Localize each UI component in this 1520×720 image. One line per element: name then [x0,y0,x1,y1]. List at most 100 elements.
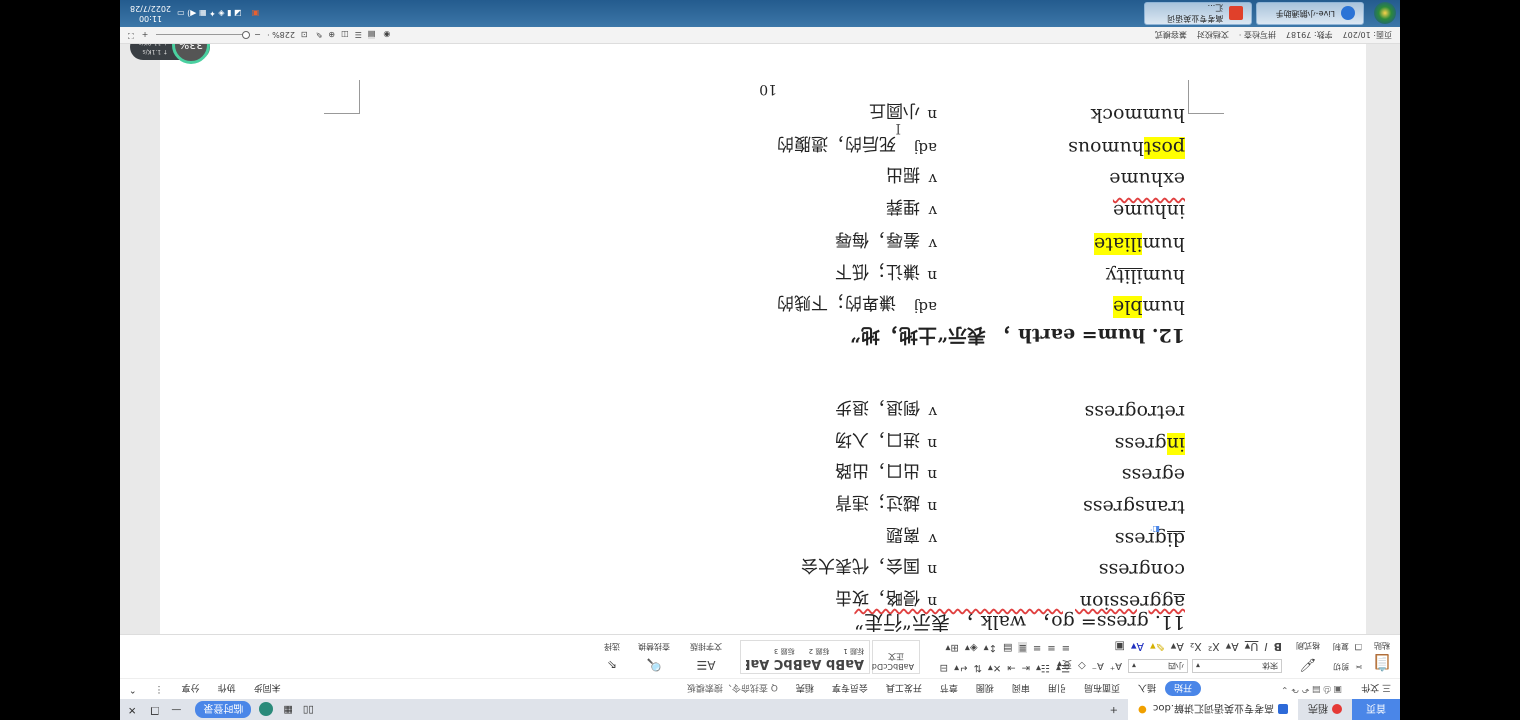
spell-check[interactable]: 拼写检查 · [1239,30,1276,41]
close-icon[interactable]: ✕ [128,704,136,715]
tab-daoke[interactable]: 稻壳 [1298,699,1352,720]
tab-document[interactable]: 高考专业英语词汇讲解.doc ● [1128,699,1298,720]
page-view-icon[interactable]: ▤ [367,30,376,40]
tab-member[interactable]: 会员专享 [823,683,877,696]
find-replace-button[interactable]: 🔍 查找替换 [638,641,670,672]
clock-date[interactable]: 2022/7/28 [130,4,171,14]
zoom-in-button[interactable]: + [142,31,149,40]
style-heading3[interactable]: 标题 3 [774,646,795,656]
restore-icon[interactable]: ❐ [150,704,159,715]
collapse-ribbon-icon[interactable]: ⌃ [120,684,146,694]
align-left-icon[interactable]: ≡ [1062,642,1070,653]
highlight-icon[interactable]: ✎▾ [1150,640,1165,653]
start-button[interactable] [1374,2,1396,25]
tab-start[interactable]: 开始 [1164,681,1201,697]
quick-access-icons[interactable]: ▣ ⎙ ▤ ↶ ↷ ⌄ [1281,684,1342,694]
share-button[interactable]: 分享 [173,683,209,696]
underline-icon[interactable]: U▾ [1245,640,1259,653]
document-page[interactable]: 11. gress= go， walk ， 表示“行走” aggression n… [160,44,1366,634]
tab-chapter[interactable]: 章节 [931,683,967,696]
sync-status[interactable]: 未同步 [245,683,290,696]
italic-icon[interactable]: I [1264,640,1267,653]
word-count[interactable]: 字数: 79187 [1286,30,1333,41]
tab-developer[interactable]: 开发工具 [877,683,931,696]
copy-button[interactable]: ❐ 复制 [1333,641,1362,652]
justify-icon[interactable]: ≣ [1018,642,1027,653]
minimize-icon[interactable]: — [171,704,181,715]
clear-format-icon[interactable]: ◇ [1078,660,1086,671]
sort-icon[interactable]: ⇅ [973,662,981,673]
paste-button[interactable]: 📋 粘贴 [1372,640,1392,672]
tab-review[interactable]: 审阅 [1003,683,1039,696]
style-normal[interactable]: AaBbCcDd 正文 [872,640,920,674]
bullet-list-icon[interactable]: ☰▾ [1056,662,1070,673]
align-center-icon[interactable]: ≡ [1047,642,1055,653]
line-spacing-icon[interactable]: ↕▾ [984,642,997,653]
clock-time[interactable]: 11:00 [130,14,171,24]
distribute-icon[interactable]: ▤ [1003,642,1012,653]
more-icon[interactable]: ⋮ [146,684,173,694]
chinese-layout-icon[interactable]: ✕▾ [988,662,1001,673]
search-commands[interactable]: Q 查找命令、搜索模板 [678,683,787,696]
text-layout-button[interactable]: A☰ 文字排版 [690,641,722,672]
login-button[interactable]: 临时登录 [195,701,252,718]
layout-icon[interactable]: ▯▯ [303,704,314,715]
increase-indent-icon[interactable]: ⇥ [1007,662,1015,673]
tab-view[interactable]: 视图 [967,683,1003,696]
font-select[interactable]: 宋体 ▾ [1192,659,1282,673]
style-heading2[interactable]: 标题 2 [809,646,830,656]
doc-proofread[interactable]: 文档校对 [1197,30,1229,41]
border-icon[interactable]: ⊞▾ [945,642,958,653]
new-tab-button[interactable]: + [1100,699,1128,720]
bold-icon[interactable]: B [1274,640,1282,653]
fit-icon[interactable]: ⊡ [301,31,308,40]
grid-icon[interactable]: ▦ [283,704,292,715]
tab-insert[interactable]: 插入 [1129,683,1165,696]
font-size-select[interactable]: 小四 ▾ [1128,659,1188,673]
find-replace-label: 查找替换 [638,642,670,651]
select-button[interactable]: ⇖ 选择 [604,641,620,672]
shrink-font-icon[interactable]: A⁻ [1092,660,1104,671]
tab-home[interactable]: 首页 [1352,699,1400,720]
tab-page-layout[interactable]: 页面布局 [1075,683,1129,696]
show-marks-icon[interactable]: ↵▾ [954,662,967,673]
zoom-slider-handle[interactable] [242,31,251,40]
fullscreen-icon[interactable]: ⛶ [128,30,134,40]
collab-button[interactable]: 协作 [209,683,245,696]
cut-button[interactable]: ✂ 剪切 [1333,661,1362,672]
taskbar-app-live[interactable]: Live-小鹅通助手 [1256,2,1364,25]
superscript-icon[interactable]: X² [1208,640,1220,653]
style-heading1[interactable]: 标题 1 [843,646,864,656]
tray-app-icon[interactable]: ▣ [252,9,260,18]
align-right-icon[interactable]: ≡ [1033,642,1041,653]
page-count[interactable]: 页面: 10/207 [1343,30,1392,41]
decrease-indent-icon[interactable]: ⇤ [1022,662,1030,673]
file-menu[interactable]: 三 文件 [1352,683,1400,696]
style-gallery[interactable]: AaBb AaBbC AaBbC标题 1 标题 2 标题 3 [740,640,870,674]
subscript-icon[interactable]: X₂ [1190,640,1202,653]
zoom-level[interactable]: 228% · [267,31,295,40]
char-border-icon[interactable]: ▣ [1115,640,1125,653]
zoom-out-button[interactable]: − [254,31,261,40]
format-painter-button[interactable]: 🖌 格式刷 [1296,640,1320,672]
tray-icons[interactable]: ◪ ▮ ◈ ✦ ▦ ◀) ▭ [177,9,241,18]
web-view-icon[interactable]: ⊕ [328,31,335,40]
text-effect-icon[interactable]: A▾ [1171,640,1184,653]
tab-icon[interactable]: ⊟ [940,662,948,673]
eye-protect-icon[interactable]: ◉ [383,31,390,40]
zoom-slider[interactable] [156,31,251,40]
strikethrough-icon[interactable]: A▾ [1226,640,1239,653]
avatar[interactable] [259,702,274,717]
font-color-icon[interactable]: A▾ [1131,640,1144,653]
numbered-list-icon[interactable]: ☷▾ [1036,662,1050,673]
outline-view-icon[interactable]: ☰ [355,31,362,40]
read-view-icon[interactable]: ◫ [341,31,349,40]
edit-icon[interactable]: ✎ [316,31,323,40]
comment-icon[interactable]: ◧· [1150,525,1160,534]
grow-font-icon[interactable]: A⁺ [1110,660,1122,671]
align-buttons: ≡ ≡ ≡ ≣ ▤ ↕▾ ◈▾ ⊞▾ [945,642,1070,653]
tab-daoke-menu[interactable]: 稻壳 [787,683,823,696]
shading-icon[interactable]: ◈▾ [965,642,978,653]
tab-references[interactable]: 引用 [1039,683,1075,696]
taskbar-app-wps[interactable]: 高考专业英语词汇... [1144,2,1252,25]
